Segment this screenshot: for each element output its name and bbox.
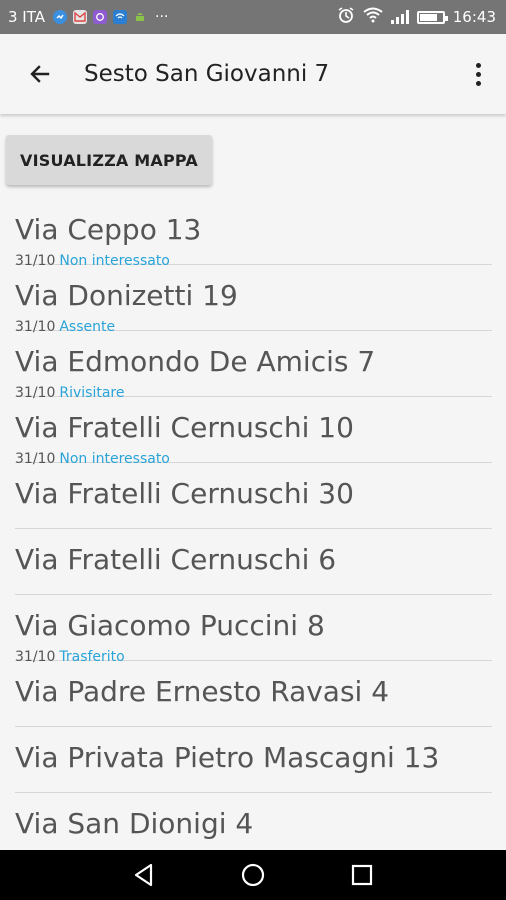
address-item[interactable]: Via Donizetti 19 31/10 Assente xyxy=(15,265,492,335)
page-title: Sesto San Giovanni 7 xyxy=(84,61,330,87)
address-item[interactable]: Via Edmondo De Amicis 7 31/10 Rivisitare xyxy=(15,331,492,401)
status-bar: 3 ITA ··· 16:43 xyxy=(0,0,506,34)
address-item[interactable]: Via Giacomo Puccini 8 31/10 Trasferito xyxy=(15,595,492,665)
address-name: Via Giacomo Puccini 8 xyxy=(15,609,325,642)
address-name: Via Padre Ernesto Ravasi 4 xyxy=(15,675,390,708)
address-name: Via Edmondo De Amicis 7 xyxy=(15,345,376,378)
address-item[interactable]: Via Fratelli Cernuschi 30 xyxy=(15,463,492,529)
viber-icon xyxy=(93,10,107,24)
address-name: Via Ceppo 13 xyxy=(15,213,202,246)
clock: 16:43 xyxy=(452,8,496,26)
address-item[interactable]: Via Fratelli Cernuschi 10 31/10 Non intere… xyxy=(15,397,492,467)
more-notifications-icon: ··· xyxy=(155,9,169,25)
home-nav-icon[interactable] xyxy=(233,855,273,895)
alarm-icon xyxy=(337,6,355,28)
app-bar: Sesto San Giovanni 7 xyxy=(0,34,506,114)
navigation-bar xyxy=(0,850,506,900)
address-name: Via Donizetti 19 xyxy=(15,279,238,312)
address-name: Via Fratelli Cernuschi 30 xyxy=(15,477,354,510)
address-item[interactable]: Via Fratelli Cernuschi 6 xyxy=(15,529,492,595)
more-options-icon[interactable] xyxy=(458,46,498,102)
battery-icon xyxy=(416,10,448,24)
status-right: 16:43 xyxy=(337,6,506,28)
back-nav-icon[interactable] xyxy=(124,855,164,895)
battery-fill xyxy=(419,13,438,21)
address-item[interactable]: Via Ceppo 13 31/10 Non interessato xyxy=(15,199,492,269)
address-name: Via Fratelli Cernuschi 10 xyxy=(15,411,354,444)
back-arrow-icon[interactable] xyxy=(12,46,68,102)
address-name: Via Fratelli Cernuschi 6 xyxy=(15,543,337,576)
wifi-icon xyxy=(363,7,383,27)
address-name: Via Privata Pietro Mascagni 13 xyxy=(15,741,440,774)
address-list: Via Ceppo 13 31/10 Non interessato Via Doni… xyxy=(0,199,506,859)
gmail-icon xyxy=(73,10,87,24)
address-name: Via San Dionigi 4 xyxy=(15,807,254,840)
address-item[interactable]: Via Padre Ernesto Ravasi 4 xyxy=(15,661,492,727)
android-icon xyxy=(133,10,147,24)
recent-apps-nav-icon[interactable] xyxy=(342,855,382,895)
wifi-app-icon xyxy=(113,10,127,24)
messenger-icon xyxy=(53,10,67,24)
address-item[interactable]: Via Privata Pietro Mascagni 13 xyxy=(15,727,492,793)
signal-icon xyxy=(390,10,409,24)
status-left: 3 ITA ··· xyxy=(0,8,168,26)
carrier-label: 3 ITA xyxy=(8,8,45,26)
show-map-button[interactable]: VISUALIZZA MAPPA xyxy=(6,135,212,185)
